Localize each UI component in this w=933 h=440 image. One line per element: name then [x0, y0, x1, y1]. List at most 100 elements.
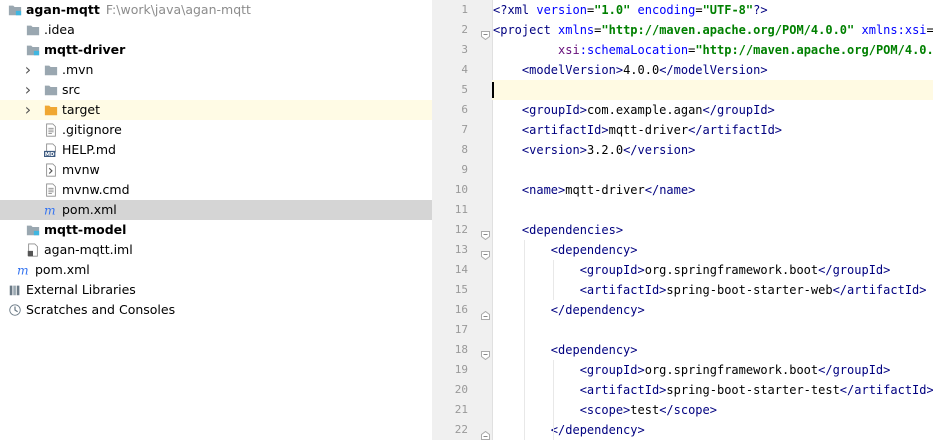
code-line[interactable]: xsi:schemaLocation="http://maven.apache.… — [492, 40, 933, 60]
text-file-icon — [44, 183, 58, 197]
code-line[interactable] — [492, 80, 933, 100]
code-line[interactable]: </dependency> — [492, 420, 933, 440]
code-line[interactable]: <modelVersion>4.0.0</modelVersion> — [492, 60, 933, 80]
tree-row-mvn[interactable]: › .mvn — [0, 60, 432, 80]
line-number: 8 — [461, 143, 468, 156]
indent-guide — [523, 240, 525, 440]
tree-row-gitignore[interactable]: .gitignore — [0, 120, 432, 140]
code-line[interactable]: </dependency> — [492, 300, 933, 320]
tree-item-label: .gitignore — [62, 122, 122, 137]
expand-chevron-icon[interactable]: › — [22, 60, 34, 80]
indent-guide — [552, 260, 554, 300]
code-line[interactable]: <project xmlns = "http://maven.apache.org/… — [492, 20, 933, 40]
tree-row-mqtt-model[interactable]: mqtt-model — [0, 220, 432, 240]
code-token: <groupId> — [579, 263, 645, 277]
tree-row-agan-mqtt-iml[interactable]: agan-mqtt.iml — [0, 240, 432, 260]
markdown-file-icon: MD — [44, 143, 58, 158]
code-line[interactable]: <dependencies> — [492, 220, 933, 240]
code-token: "http://maven.apache.org/POM/4.0.0" — [601, 23, 855, 37]
expand-chevron-icon[interactable]: › — [22, 80, 34, 100]
line-number: 6 — [461, 103, 468, 116]
fold-collapse-icon[interactable] — [481, 225, 490, 241]
fold-collapse-icon[interactable] — [481, 25, 490, 41]
line-number: 5 — [461, 83, 468, 96]
tree-item-label: mvnw — [62, 162, 100, 177]
code-token: <groupId> — [521, 103, 587, 117]
code-line[interactable]: <version>3.2.0</version> — [492, 140, 933, 160]
code-editor[interactable]: 1 2 3 4 5 6 7 8 9 10 11 12 13 14 15 16 17 18 19 20 21 22 <?xm… — [432, 0, 933, 440]
code-line[interactable]: <groupId>com.example.agan</groupId> — [492, 100, 933, 120]
code-token: spring-boot-starter-test — [666, 383, 840, 397]
code-token: <name> — [521, 183, 566, 197]
code-token: spring-boot-starter-web — [666, 283, 833, 297]
code-line[interactable]: <scope>test</scope> — [492, 400, 933, 420]
line-number: 13 — [454, 243, 468, 256]
code-line[interactable]: <artifactId>spring-boot-starter-test</ar… — [492, 380, 933, 400]
folder-icon — [44, 63, 58, 77]
code-token: <artifactId> — [579, 283, 667, 297]
code-token: </artifactId> — [832, 283, 927, 297]
code-token: </groupId> — [818, 363, 891, 377]
tree-item-label: mqtt-driver — [44, 42, 126, 57]
line-number: 3 — [461, 43, 468, 56]
tree-item-label: mqtt-model — [44, 222, 127, 237]
tree-row-help-md[interactable]: MD HELP.md — [0, 140, 432, 160]
code-token: :schemaLocation — [579, 43, 689, 57]
code-line[interactable] — [492, 160, 933, 180]
fold-end-icon[interactable] — [481, 305, 490, 320]
line-number: 9 — [461, 163, 468, 176]
line-number: 2 — [461, 23, 468, 36]
code-line[interactable]: <dependency> — [492, 340, 933, 360]
line-number: 17 — [454, 323, 468, 336]
tree-row-mvnw[interactable]: mvnw — [0, 160, 432, 180]
expand-chevron-icon[interactable]: › — [22, 100, 34, 120]
line-number: 10 — [454, 183, 468, 196]
tree-row-pom-xml[interactable]: m pom.xml — [0, 200, 432, 220]
line-number: 16 — [454, 303, 468, 316]
fold-collapse-icon[interactable] — [481, 245, 490, 261]
tree-row-idea[interactable]: .idea — [0, 20, 432, 40]
tree-row-agan-mqtt[interactable]: agan-mqtt F:\work\java\agan-mqtt — [0, 0, 432, 20]
iml-file-icon — [26, 243, 40, 257]
fold-collapse-icon[interactable] — [481, 345, 490, 361]
code-token: </version> — [623, 143, 696, 157]
fold-end-icon[interactable] — [481, 425, 490, 440]
tree-row-src[interactable]: › src — [0, 80, 432, 100]
code-line[interactable]: <groupId>org.springframework.boot</group… — [492, 360, 933, 380]
code-line[interactable] — [492, 200, 933, 220]
tree-row-mqtt-driver[interactable]: mqtt-driver — [0, 40, 432, 60]
tree-row-target[interactable]: › target — [0, 100, 432, 120]
line-number: 4 — [461, 63, 468, 76]
svg-text:m: m — [44, 203, 56, 217]
line-number: 21 — [454, 403, 468, 416]
code-line[interactable]: <artifactId>mqtt-driver</artifactId> — [492, 120, 933, 140]
tree-row-external-libraries[interactable]: External Libraries — [0, 280, 432, 300]
code-token: </artifactId> — [688, 123, 783, 137]
tree-row-pom-xml[interactable]: m pom.xml — [0, 260, 432, 280]
code-line[interactable]: <name>mqtt-driver</name> — [492, 180, 933, 200]
tree-row-mvnw-cmd[interactable]: mvnw.cmd — [0, 180, 432, 200]
code-line[interactable]: <?xml version="1.0" encoding="UTF-8"?> — [492, 0, 933, 20]
code-token: </groupId> — [818, 263, 891, 277]
svg-text:MD: MD — [45, 152, 55, 157]
text-file-icon — [44, 123, 58, 137]
code-line[interactable]: <dependency> — [492, 240, 933, 260]
line-number-gutter: 1 2 3 4 5 6 7 8 9 10 11 12 13 14 15 16 17 18 19 20 21 22 — [432, 0, 493, 440]
code-token: <artifactId> — [521, 123, 609, 137]
code-line[interactable]: <groupId>org.springframework.boot</group… — [492, 260, 933, 280]
tree-item-label: pom.xml — [62, 202, 117, 217]
code-token: = — [695, 3, 703, 17]
code-line[interactable] — [492, 320, 933, 340]
line-number: 18 — [454, 343, 468, 356]
code-token: </dependency> — [550, 423, 645, 437]
tree-item-label: mvnw.cmd — [62, 182, 130, 197]
tree-row-scratches-and-consoles[interactable]: Scratches and Consoles — [0, 300, 432, 320]
code-line[interactable]: <artifactId>spring-boot-starter-web</art… — [492, 280, 933, 300]
